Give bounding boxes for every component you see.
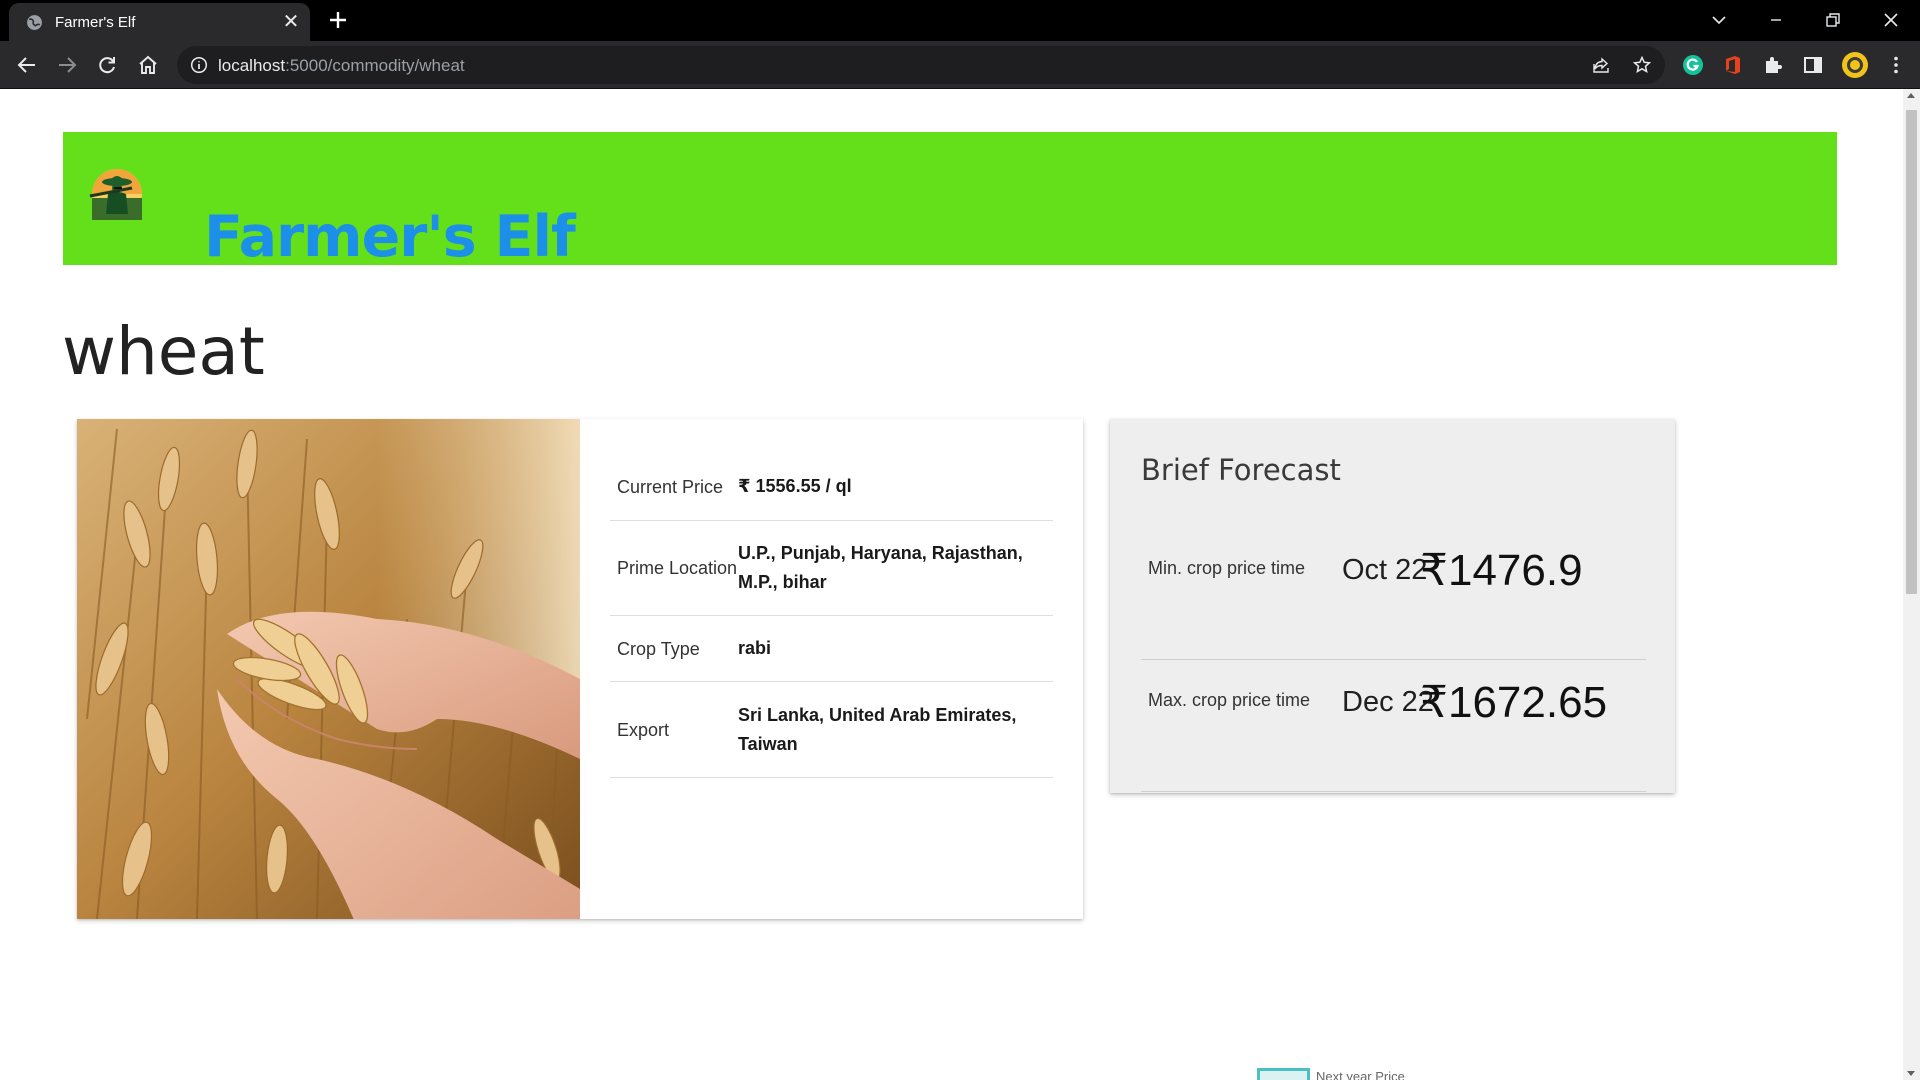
restore-icon[interactable] [1821,8,1845,32]
chart-legend-label[interactable]: Next year Price [1316,1069,1405,1080]
minimize-icon[interactable] [1764,8,1788,32]
min-price-label: Min. crop price time [1148,558,1306,578]
farmer-logo-icon[interactable] [86,168,148,220]
grammarly-extension-icon[interactable] [1681,53,1705,77]
office-extension-icon[interactable] [1721,53,1745,77]
min-price-value: ₹1476.9 [1420,546,1583,595]
max-price-label: Max. crop price time [1148,690,1311,710]
home-icon[interactable] [136,53,160,77]
globe-icon [27,15,42,30]
info-row-export: Export Sri Lanka, United Arab Emirates, … [610,682,1053,778]
scroll-down-arrow-icon[interactable] [1907,1071,1915,1076]
new-tab-icon[interactable] [326,8,350,32]
tab-close-icon[interactable]: ✕ [281,12,301,32]
extensions-puzzle-icon[interactable] [1761,53,1785,77]
commodity-info-table: Current Price ₹ 1556.55 / ql Prime Locat… [610,453,1053,778]
close-window-icon[interactable] [1879,8,1903,32]
url-host: localhost [218,56,286,75]
forward-icon[interactable] [55,53,79,77]
site-header-banner: Farmer's Elf [63,132,1837,270]
info-row-current-price: Current Price ₹ 1556.55 / ql [610,453,1053,521]
bookmark-star-icon[interactable] [1632,55,1652,75]
address-bar[interactable]: localhost:5000/commodity/wheat [177,46,1665,84]
side-panel-icon[interactable] [1801,53,1825,77]
scroll-thumb[interactable] [1906,110,1917,594]
url-text: localhost:5000/commodity/wheat [218,56,465,76]
commodity-title: wheat [62,313,265,390]
crop-type-value: rabi [738,638,772,658]
tab-title: Farmer's Elf [55,14,136,31]
wheat-hands-photo [77,419,580,919]
info-row-crop-type: Crop Type rabi [610,616,1053,682]
url-path: :5000/commodity/wheat [285,56,465,75]
commodity-details-card: Current Price ₹ 1556.55 / ql Prime Locat… [77,419,1083,919]
page-viewport: Farmer's Elf wheat Current Price ₹ 1556.… [0,89,1920,1080]
forecast-row-max: Max. crop price time Dec 22 ₹1672.65 [1141,660,1646,792]
tab-search-chevron-icon[interactable] [1707,8,1731,32]
profile-avatar-icon[interactable] [1841,51,1869,79]
brief-forecast-card: Brief Forecast Min. crop price time Oct … [1110,419,1675,793]
back-icon[interactable] [15,53,39,77]
current-price-value: ₹ 1556.55 / ql [738,476,852,496]
forecast-title: Brief Forecast [1141,453,1341,487]
prime-location-label: Prime Location [617,558,738,578]
scroll-up-arrow-icon[interactable] [1907,93,1915,98]
chrome-menu-icon[interactable] [1884,53,1908,77]
share-icon[interactable] [1591,55,1611,75]
forecast-row-min: Min. crop price time Oct 22 ₹1476.9 [1141,528,1646,660]
max-price-value: ₹1672.65 [1420,678,1608,727]
min-price-date: Oct 22 [1342,554,1428,586]
browser-tab[interactable]: Farmer's Elf ✕ [9,3,310,41]
reload-icon[interactable] [95,53,119,77]
site-brand-title[interactable]: Farmer's Elf [204,204,576,270]
export-value: Sri Lanka, United Arab Emirates, Taiwan [738,704,1017,754]
browser-toolbar: localhost:5000/commodity/wheat [0,41,1920,89]
page-scrollbar[interactable] [1903,89,1920,1080]
prime-location-value: U.P., Punjab, Haryana, Rajasthan, M.P., … [738,543,1023,592]
browser-tab-strip: Farmer's Elf ✕ [0,0,1920,41]
current-price-label: Current Price [617,476,724,497]
export-label: Export [617,719,670,740]
info-row-prime-location: Prime Location U.P., Punjab, Haryana, Ra… [610,521,1053,616]
site-info-icon[interactable] [190,56,208,74]
crop-type-label: Crop Type [617,638,700,659]
chart-legend-swatch[interactable] [1257,1068,1310,1080]
